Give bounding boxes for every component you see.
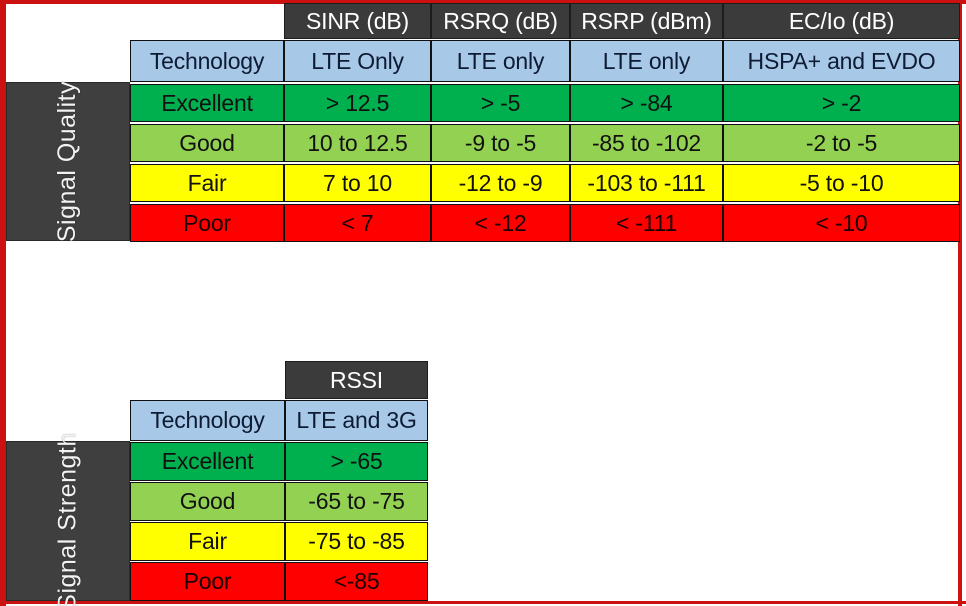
value-cell-excellent: > 12.5 [284,84,431,122]
value-cell-good: -85 to -102 [570,124,723,162]
frame-border-bottom [0,601,966,604]
value-cell-poor: < -111 [570,204,723,242]
value-cell-excellent: > -5 [431,84,570,122]
value-cell-poor: <-85 [285,562,428,601]
signal-strength-side-label-text: Signal Strength [53,431,82,606]
screenshot-canvas: Signal Quality SINR (dB) RSRQ (dB) RSRP (dB… [0,0,966,606]
value-cell-fair: -12 to -9 [431,164,570,202]
technology-value-cell: LTE only [431,40,570,82]
technology-value-cell: LTE only [570,40,723,82]
row-label-excellent: Excellent [130,84,284,122]
row-label-excellent: Excellent [130,442,285,481]
value-cell-excellent: > -2 [723,84,960,122]
value-cell-poor: < -12 [431,204,570,242]
value-cell-poor: < 7 [284,204,431,242]
value-cell-excellent: > -84 [570,84,723,122]
signal-quality-side-label: Signal Quality [6,80,130,243]
value-cell-fair: -103 to -111 [570,164,723,202]
row-label-good: Good [130,124,284,162]
value-cell-good: 10 to 12.5 [284,124,431,162]
value-cell-good: -2 to -5 [723,124,960,162]
row-label-poor: Poor [130,204,284,242]
column-header-rssi: RSSI [285,361,428,399]
value-cell-excellent: > -65 [285,442,428,481]
column-header-rsrq-db-: RSRQ (dB) [431,3,570,39]
value-cell-poor: < -10 [723,204,960,242]
column-header-ec-io-db-: EC/Io (dB) [723,3,960,39]
signal-quality-side-label-text: Signal Quality [53,80,82,243]
signal-strength-side-label: Signal Strength [6,432,130,606]
row-label-poor: Poor [130,562,285,601]
value-cell-good: -65 to -75 [285,482,428,521]
technology-row-label: Technology [130,40,284,82]
value-cell-fair: 7 to 10 [284,164,431,202]
row-label-fair: Fair [130,164,284,202]
technology-value-cell: HSPA+ and EVDO [723,40,960,82]
value-cell-good: -9 to -5 [431,124,570,162]
value-cell-fair: -75 to -85 [285,522,428,561]
technology-row-label: Technology [130,400,285,441]
technology-value-cell: LTE and 3G [285,400,428,441]
column-header-sinr-db-: SINR (dB) [284,3,431,39]
column-header-rsrp-dbm-: RSRP (dBm) [570,3,723,39]
value-cell-fair: -5 to -10 [723,164,960,202]
technology-value-cell: LTE Only [284,40,431,82]
row-label-fair: Fair [130,522,285,561]
row-label-good: Good [130,482,285,521]
